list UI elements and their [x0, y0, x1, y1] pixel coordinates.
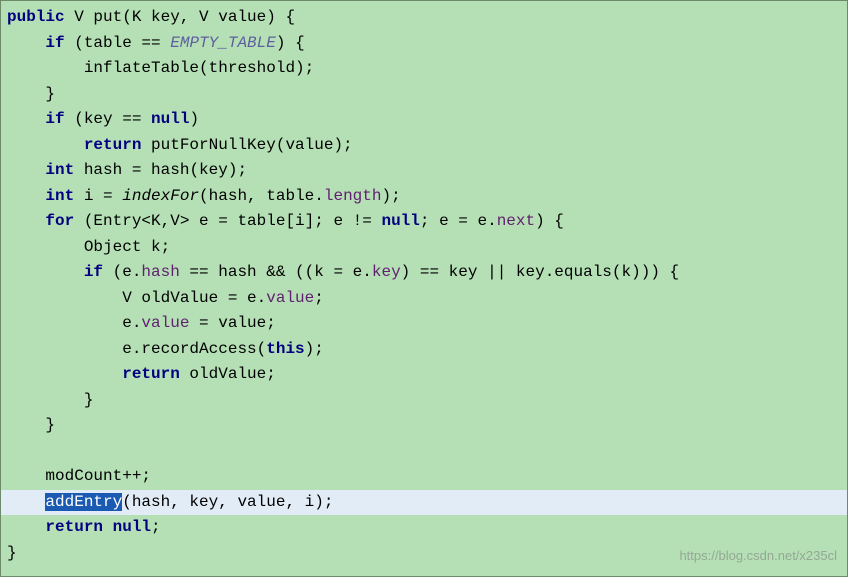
- code-text: ) == key || key.equals(k))) {: [401, 263, 679, 281]
- watermark: https://blog.csdn.net/x235cl: [679, 543, 837, 569]
- code-line: }: [7, 413, 841, 439]
- code-text: V oldValue = e.: [7, 289, 266, 307]
- code-line: int i = indexFor(hash, table.length);: [7, 184, 841, 210]
- code-text: ;: [151, 518, 161, 536]
- keyword: return null: [45, 518, 151, 536]
- keyword: null: [151, 110, 189, 128]
- code-line: modCount++;: [7, 464, 841, 490]
- code-text: [7, 110, 45, 128]
- code-line: V oldValue = e.value;: [7, 286, 841, 312]
- code-line: e.recordAccess(this);: [7, 337, 841, 363]
- code-block: public V put(K key, V value) { if (table…: [1, 1, 847, 570]
- code-text: }: [7, 391, 93, 409]
- code-text: i =: [74, 187, 122, 205]
- code-text: inflateTable(threshold);: [7, 59, 314, 77]
- code-text: ) {: [535, 212, 564, 230]
- code-text: (hash, key, value, i);: [122, 493, 333, 511]
- keyword: return: [84, 136, 142, 154]
- code-text: putForNullKey(value);: [141, 136, 352, 154]
- code-text: (hash, table.: [199, 187, 324, 205]
- code-text: [7, 187, 45, 205]
- code-line: return null;: [7, 515, 841, 541]
- code-text: [7, 212, 45, 230]
- highlighted-line: addEntry(hash, key, value, i);: [1, 490, 847, 516]
- selected-text: addEntry: [45, 493, 122, 511]
- field: hash: [141, 263, 179, 281]
- code-text: [7, 263, 84, 281]
- code-text: e.: [7, 314, 141, 332]
- code-line: e.value = value;: [7, 311, 841, 337]
- field: next: [497, 212, 535, 230]
- code-text: Object k;: [7, 238, 170, 256]
- code-text: == hash && ((k = e.: [180, 263, 372, 281]
- code-text: ; e = e.: [420, 212, 497, 230]
- code-text: [7, 442, 17, 460]
- constant: EMPTY_TABLE: [170, 34, 276, 52]
- code-line: if (e.hash == hash && ((k = e.key) == ke…: [7, 260, 841, 286]
- code-text: oldValue;: [180, 365, 276, 383]
- keyword: if: [45, 110, 64, 128]
- field: value: [141, 314, 189, 332]
- code-line: if (table == EMPTY_TABLE) {: [7, 31, 841, 57]
- code-line: public V put(K key, V value) {: [7, 5, 841, 31]
- code-text: (table ==: [65, 34, 171, 52]
- code-text: }: [7, 416, 55, 434]
- code-text: (key ==: [65, 110, 151, 128]
- method: indexFor: [122, 187, 199, 205]
- field: length: [324, 187, 382, 205]
- code-text: hash = hash(key);: [74, 161, 247, 179]
- keyword: if: [45, 34, 64, 52]
- code-line: inflateTable(threshold);: [7, 56, 841, 82]
- code-text: [7, 493, 45, 511]
- keyword: public: [7, 8, 65, 26]
- code-text: e.recordAccess(: [7, 340, 266, 358]
- code-text: [7, 365, 122, 383]
- code-text: (e.: [103, 263, 141, 281]
- code-line: }: [7, 388, 841, 414]
- code-text: V put(K key, V value) {: [65, 8, 295, 26]
- code-text: [7, 34, 45, 52]
- keyword: int: [45, 187, 74, 205]
- field: value: [266, 289, 314, 307]
- code-line: }: [7, 82, 841, 108]
- code-text: }: [7, 544, 17, 562]
- code-line: if (key == null): [7, 107, 841, 133]
- keyword: int: [45, 161, 74, 179]
- code-line: int hash = hash(key);: [7, 158, 841, 184]
- code-text: }: [7, 85, 55, 103]
- code-line: return putForNullKey(value);: [7, 133, 841, 159]
- code-text: );: [381, 187, 400, 205]
- code-text: modCount++;: [7, 467, 151, 485]
- keyword: null: [381, 212, 419, 230]
- code-text: [7, 518, 45, 536]
- code-text: (Entry<K,V> e = table[i]; e !=: [74, 212, 381, 230]
- code-text: ;: [314, 289, 324, 307]
- keyword: this: [266, 340, 304, 358]
- code-text: [7, 136, 84, 154]
- field: key: [372, 263, 401, 281]
- code-line: [7, 439, 841, 465]
- code-text: );: [305, 340, 324, 358]
- code-line: return oldValue;: [7, 362, 841, 388]
- code-text: [7, 161, 45, 179]
- keyword: if: [84, 263, 103, 281]
- code-line: Object k;: [7, 235, 841, 261]
- keyword: for: [45, 212, 74, 230]
- code-text: ): [189, 110, 199, 128]
- keyword: return: [122, 365, 180, 383]
- code-text: ) {: [276, 34, 305, 52]
- code-text: = value;: [189, 314, 275, 332]
- code-line: for (Entry<K,V> e = table[i]; e != null;…: [7, 209, 841, 235]
